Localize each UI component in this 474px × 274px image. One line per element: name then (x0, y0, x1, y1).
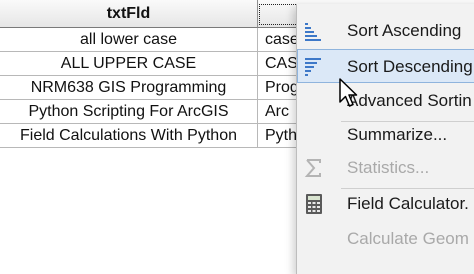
table-cell[interactable]: Python Scripting For ArcGIS (0, 100, 258, 123)
sigma-icon (303, 157, 325, 179)
menu-item-summarize[interactable]: Summarize... (297, 118, 474, 152)
menu-item-label: Field Calculator. (347, 194, 469, 213)
calculator-icon (303, 193, 325, 215)
menu-item-calculate-geometry[interactable]: Calculate Geom (297, 222, 474, 256)
column-header-txtfld[interactable]: txtFld (0, 0, 258, 28)
menu-item-field-calculator[interactable]: Field Calculator. (297, 187, 474, 221)
table-cell[interactable]: NRM638 GIS Programming (0, 76, 258, 99)
menu-item-advanced-sorting[interactable]: Advanced Sortin (297, 84, 474, 118)
menu-item-sort-ascending[interactable]: Sort Ascending (297, 14, 474, 48)
menu-item-label: Statistics... (347, 158, 430, 177)
table-cell[interactable]: ALL UPPER CASE (0, 52, 258, 75)
menu-item-label: Calculate Geom (347, 229, 469, 248)
mouse-pointer-icon (339, 78, 358, 107)
column-header-label: txtFld (106, 4, 151, 22)
menu-item-label: Sort Ascending (347, 21, 462, 40)
sort-descending-icon (303, 55, 325, 77)
menu-item-label: Advanced Sortin (347, 91, 472, 110)
menu-item-sort-descending[interactable]: Sort Descending (297, 49, 474, 83)
menu-item-statistics[interactable]: Statistics... (297, 151, 474, 185)
table-cell[interactable]: Field Calculations With Python (0, 124, 258, 147)
sort-ascending-icon (303, 20, 325, 42)
column-context-menu: Sort Ascending Sort Descending Advanced … (296, 4, 474, 274)
menu-item-label: Summarize... (347, 125, 448, 144)
table-cell[interactable]: all lower case (0, 28, 258, 51)
menu-item-label: Sort Descending (347, 57, 473, 76)
